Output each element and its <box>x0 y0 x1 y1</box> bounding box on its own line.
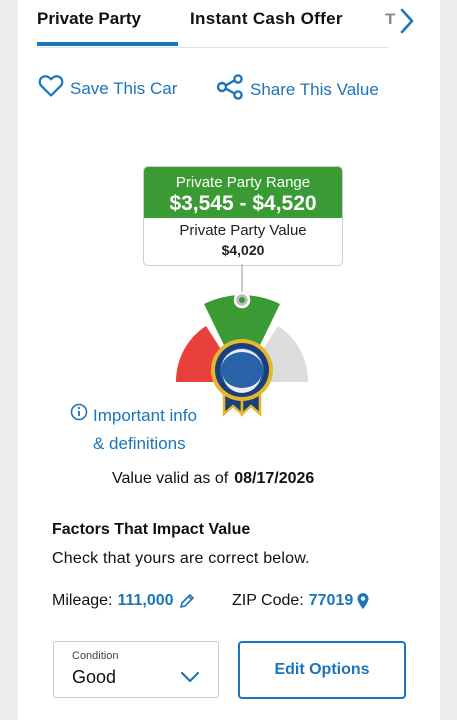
range-label: Private Party Range <box>175 174 311 191</box>
condition-select[interactable]: Condition Good <box>53 641 219 698</box>
chevron-down-icon <box>180 670 200 688</box>
value-valid-date: Value valid as of 08/17/2026 <box>112 470 314 488</box>
share-value-button[interactable]: Share This Value <box>216 74 379 105</box>
mileage-row: Mileage: 111,000 <box>52 592 195 610</box>
tab-private-party[interactable]: Private Party <box>37 9 141 29</box>
mileage-label: Mileage: <box>52 592 113 609</box>
share-nodes-icon <box>216 74 250 105</box>
condition-label: Condition <box>72 650 119 662</box>
valid-prefix: Value valid as of <box>112 470 229 487</box>
value-range-box: Private Party Range $3,545 - $4,520 Priv… <box>143 166 343 266</box>
tab-bar: Private Party Instant Cash Offer T <box>18 0 440 50</box>
map-pin-icon[interactable] <box>356 592 370 610</box>
value-gauge <box>172 264 312 424</box>
condition-value: Good <box>72 667 117 687</box>
mileage-value[interactable]: 111,000 <box>117 592 173 610</box>
info-circle-icon <box>70 402 88 430</box>
edit-options-button[interactable]: Edit Options <box>238 641 406 699</box>
factors-subtitle: Check that yours are correct below. <box>52 550 310 567</box>
zip-label: ZIP Code: <box>232 592 304 609</box>
range-value: $3,545 - $4,520 <box>169 192 317 215</box>
pricing-card: Private Party Instant Cash Offer T Save … <box>18 0 440 720</box>
pencil-icon[interactable] <box>179 593 195 609</box>
chevron-right-icon[interactable] <box>395 6 419 36</box>
active-tab-indicator <box>37 42 178 46</box>
range-header: Private Party Range $3,545 - $4,520 <box>144 167 342 218</box>
zip-row: ZIP Code: 77019 <box>232 592 370 610</box>
share-value-label: Share This Value <box>250 79 379 99</box>
kbb-ribbon-badge-icon <box>211 339 273 417</box>
save-car-label: Save This Car <box>70 78 178 98</box>
private-party-value-label: Private Party Value <box>179 222 307 239</box>
heart-outline-icon <box>38 74 70 103</box>
important-info-line2: & definitions <box>93 434 186 453</box>
tab-instant-cash-offer[interactable]: Instant Cash Offer <box>190 9 343 29</box>
tab-divider <box>37 47 389 48</box>
factors-title: Factors That Impact Value <box>52 521 251 538</box>
save-car-button[interactable]: Save This Car <box>38 74 177 103</box>
important-info-line1: Important info <box>93 406 197 425</box>
zip-value[interactable]: 77019 <box>309 592 354 610</box>
private-party-value: $4,020 <box>221 242 265 258</box>
valid-date: 08/17/2026 <box>234 470 315 487</box>
